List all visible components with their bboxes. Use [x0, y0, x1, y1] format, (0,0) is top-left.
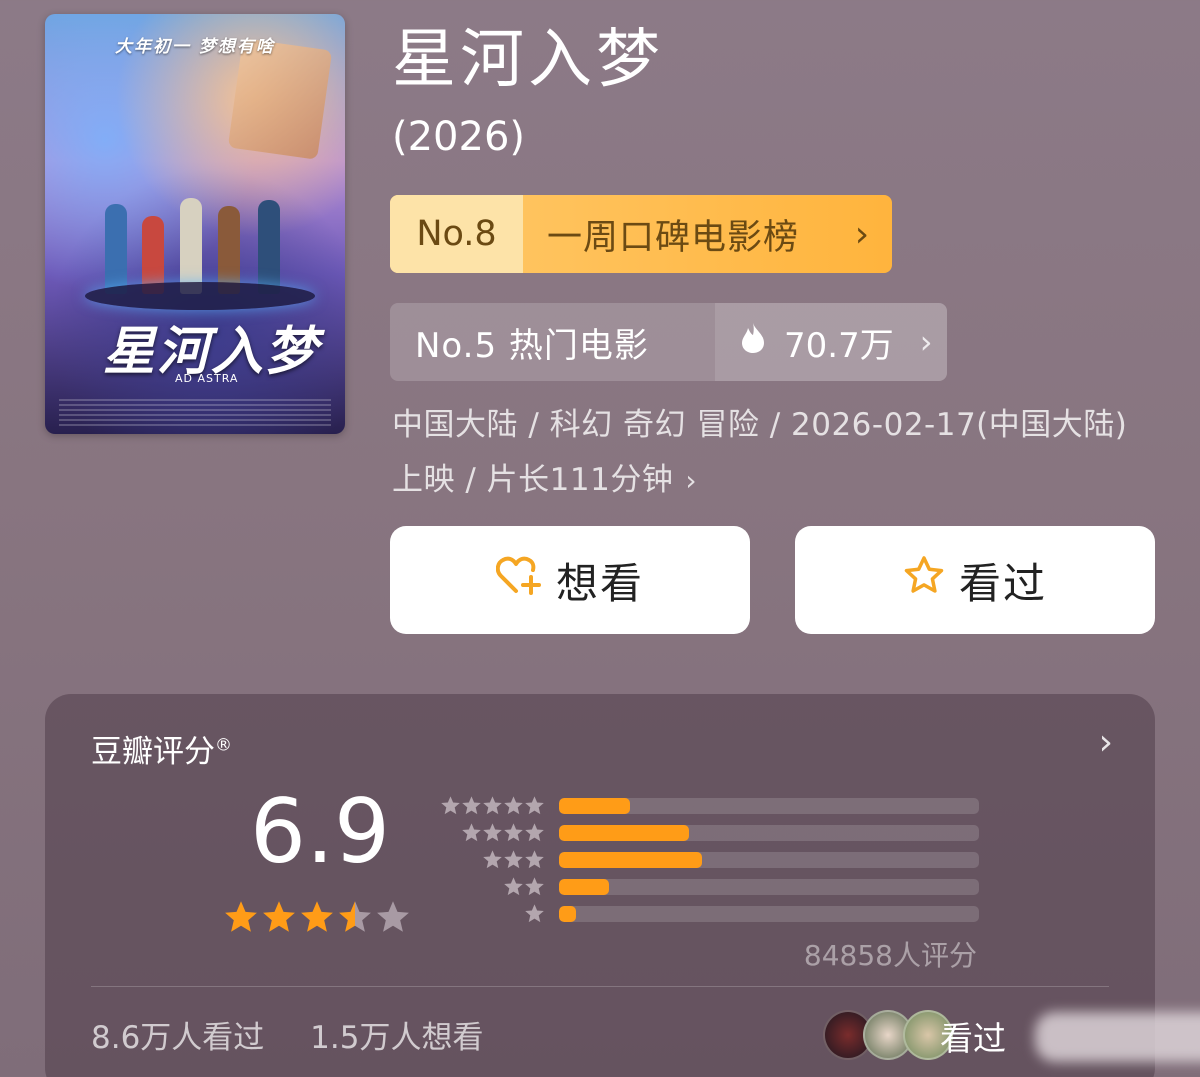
- distribution-stars: [437, 795, 545, 816]
- poster-english-title: AD ASTRA: [175, 372, 239, 385]
- star-icon: [441, 796, 460, 815]
- blurred-content: [1035, 1012, 1200, 1062]
- weekly-rank-number: No.8: [390, 195, 523, 273]
- star-icon: [301, 901, 333, 932]
- star-icon: [483, 796, 502, 815]
- movie-poster[interactable]: 大年初一 梦想有啥 星河入梦 AD ASTRA: [45, 14, 345, 434]
- star-icon: [504, 823, 523, 842]
- distribution-stars: [437, 849, 545, 870]
- distribution-bar-track: [559, 824, 979, 841]
- poster-stage: [85, 282, 315, 310]
- star-icon: [504, 877, 523, 896]
- star-outline-icon: [903, 555, 959, 605]
- distribution-bar-fill: [559, 824, 690, 841]
- rating-count: 84858人评分: [803, 939, 977, 972]
- heart-plus-icon: [495, 555, 556, 605]
- movie-title: 星河入梦: [392, 23, 664, 97]
- want-to-watch-button[interactable]: 想看: [390, 526, 750, 634]
- meta-line-2: 上映 / 片长111分钟: [392, 462, 674, 498]
- poster-credits: [59, 396, 331, 426]
- distribution-row: [437, 819, 997, 846]
- star-icon: [483, 823, 502, 842]
- want-count[interactable]: 1.5万人想看: [310, 1020, 483, 1056]
- star-icon: [525, 904, 544, 923]
- distribution-bar-fill: [559, 851, 702, 868]
- watched-label: 看过: [958, 558, 1047, 608]
- star-icon: [377, 901, 409, 932]
- registered-mark: ®: [215, 735, 232, 756]
- movie-year: (2026): [392, 114, 526, 160]
- distribution-row: [437, 792, 997, 819]
- chevron-right-icon: ›: [854, 213, 870, 255]
- star-icon: [462, 796, 481, 815]
- divider: [91, 986, 1109, 987]
- star-icon: [504, 850, 523, 869]
- distribution-row: [437, 873, 997, 900]
- distribution-bar-track: [559, 851, 979, 868]
- weekly-rank-badge[interactable]: No.8 一周口碑电影榜 ›: [390, 195, 892, 273]
- star-icon: [462, 823, 481, 842]
- heat-index[interactable]: 70.7万 ›: [715, 303, 947, 381]
- distribution-bar-fill: [559, 905, 576, 922]
- watched-button[interactable]: 看过: [795, 526, 1155, 634]
- chevron-right-icon: ›: [685, 464, 698, 497]
- rating-stars: [223, 899, 413, 935]
- star-icon: [225, 901, 257, 932]
- chevron-right-icon[interactable]: ›: [1099, 722, 1113, 763]
- star-icon: [339, 901, 371, 932]
- distribution-bar-fill: [559, 797, 631, 814]
- audience-stats: 8.6万人看过 1.5万人想看: [91, 1012, 519, 1057]
- star-icon: [525, 796, 544, 815]
- star-icon: [483, 850, 502, 869]
- douban-rating-card[interactable]: 豆瓣评分® › 6.9 84858人评分 8.6万人看过 1.5万人想看 看过: [45, 694, 1200, 1077]
- seen-count[interactable]: 8.6万人看过: [91, 1020, 264, 1056]
- distribution-stars: [437, 822, 545, 843]
- star-icon: [263, 901, 295, 932]
- distribution-bar-track: [559, 878, 979, 895]
- star-icon: [525, 823, 544, 842]
- poster-cast-figures: [100, 184, 300, 294]
- distribution-stars: [437, 876, 545, 897]
- movie-meta-info[interactable]: 中国大陆 / 科幻 奇幻 冒险 / 2026-02-17(中国大陆) 上映 / …: [392, 398, 1162, 508]
- rating-score: 6.9: [250, 780, 390, 883]
- weekly-rank-label: 一周口碑电影榜: [547, 217, 800, 258]
- distribution-row: [437, 900, 997, 927]
- friend-avatars[interactable]: [823, 1010, 953, 1060]
- hot-rank-label: No.5 热门电影: [415, 325, 649, 366]
- star-icon: [525, 877, 544, 896]
- rating-distribution: [437, 792, 997, 927]
- distribution-bar-fill: [559, 878, 610, 895]
- distribution-stars: [437, 903, 545, 924]
- distribution-bar-track: [559, 905, 979, 922]
- fire-icon: [740, 322, 766, 363]
- poster-tagline: 大年初一 梦想有啥: [115, 37, 275, 57]
- star-icon: [504, 796, 523, 815]
- friends-seen-label[interactable]: 看过: [940, 1012, 1006, 1060]
- meta-line-1: 中国大陆 / 科幻 奇幻 冒险 / 2026-02-17(中国大陆): [392, 407, 1128, 443]
- chevron-right-icon: ›: [919, 323, 933, 361]
- heat-value: 70.7万: [784, 325, 894, 366]
- want-to-watch-label: 想看: [555, 558, 644, 608]
- star-icon: [525, 850, 544, 869]
- hot-rank-badge[interactable]: No.5 热门电影 70.7万 ›: [390, 303, 947, 381]
- distribution-bar-track: [559, 797, 979, 814]
- distribution-row: [437, 846, 997, 873]
- rating-card-title: 豆瓣评分®: [91, 734, 232, 770]
